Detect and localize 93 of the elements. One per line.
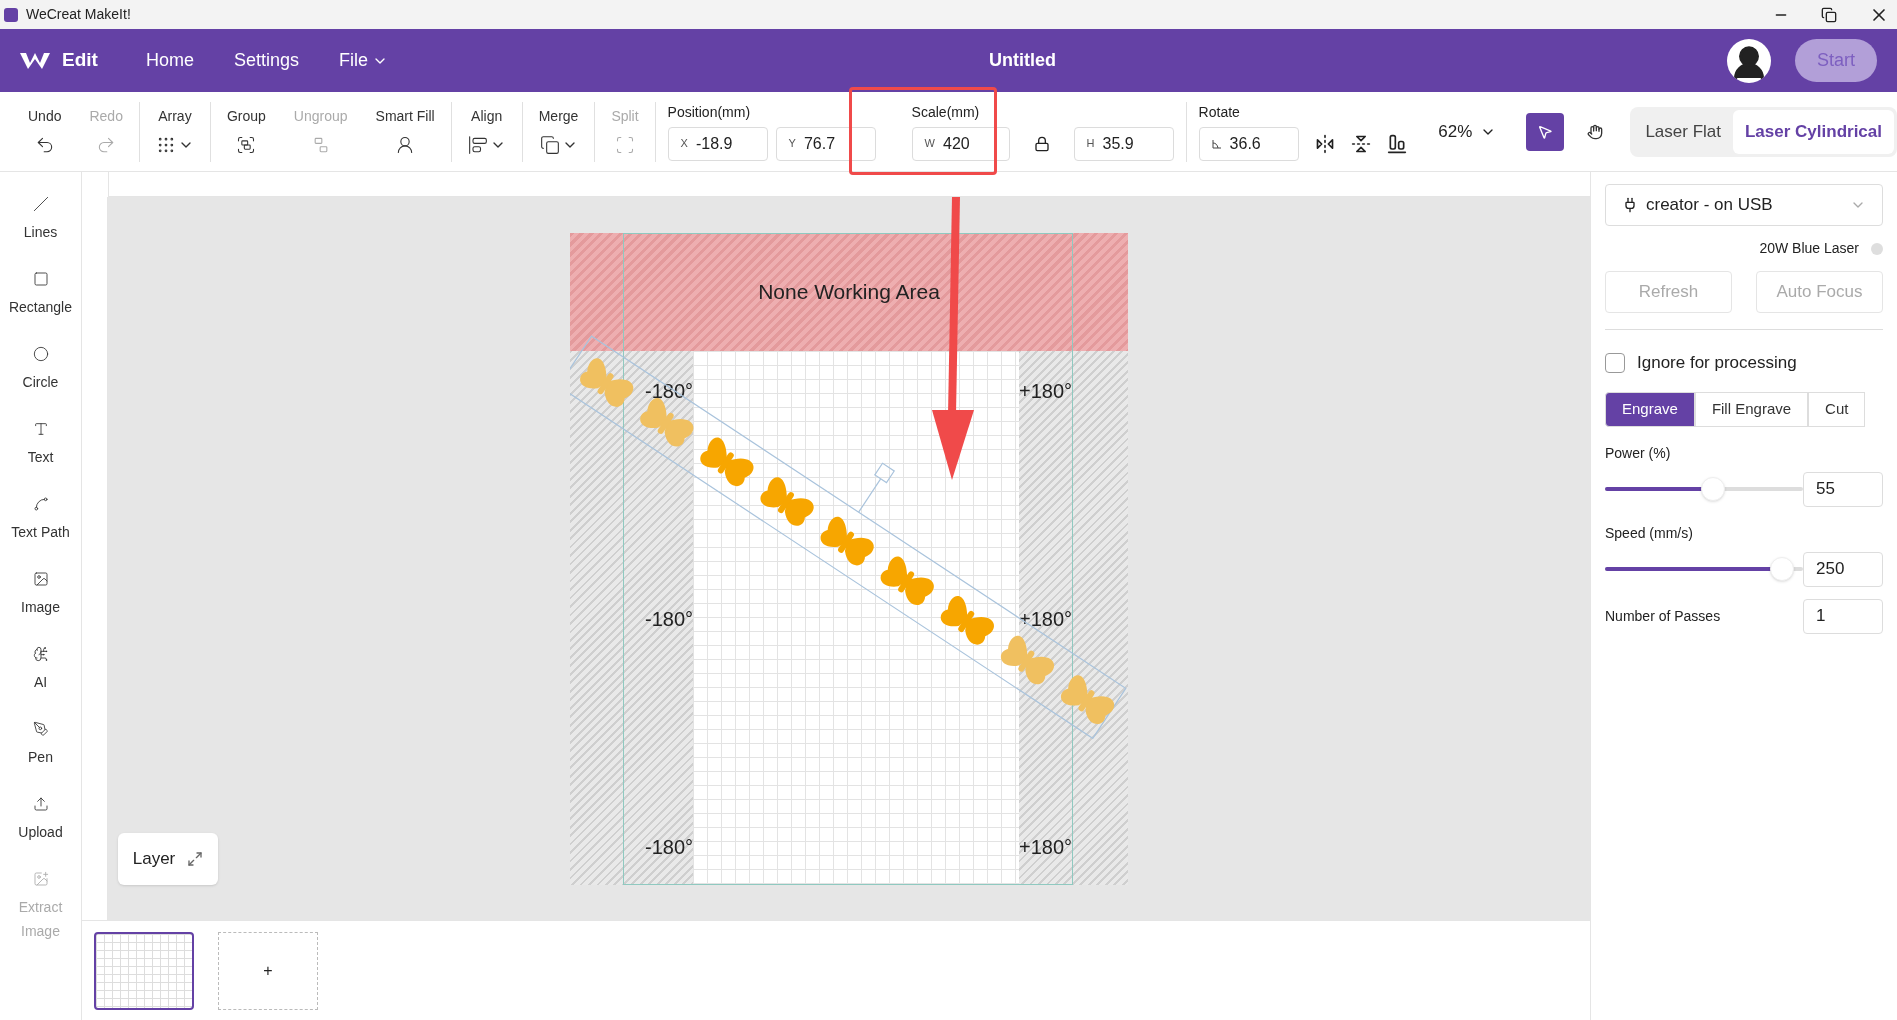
field-label: Rotate	[1198, 102, 1241, 122]
slider-thumb[interactable]	[1700, 477, 1725, 501]
mode-title: Edit	[62, 48, 98, 73]
line-icon	[32, 196, 49, 212]
angle-icon	[1211, 138, 1222, 149]
window-title: WeCreat MakeIt!	[26, 5, 131, 24]
avatar[interactable]	[1727, 38, 1771, 83]
align-bottom-icon[interactable]	[1386, 133, 1407, 154]
sidebar-tool[interactable]: Image	[1, 571, 80, 619]
slider-thumb[interactable]	[1770, 557, 1795, 581]
field-label: Position(mm)	[667, 102, 752, 122]
toolbar-button[interactable]: Align	[467, 105, 506, 155]
split-icon	[615, 134, 635, 155]
slider-label: Speed (mm/s)	[1605, 523, 1694, 543]
toolbar-button[interactable]: Array	[155, 105, 194, 155]
restricted-area-label: None Working Area	[758, 279, 940, 306]
pen-icon	[32, 721, 49, 737]
angle-label: -180°	[643, 607, 693, 632]
nav-link[interactable]: Settings	[233, 47, 299, 74]
angle-label: -180°	[643, 379, 693, 404]
selection-frame[interactable]	[570, 335, 1127, 740]
toolbar-button[interactable]: Undo	[28, 105, 62, 155]
sidebar-tool[interactable]: Text Path	[1, 496, 80, 544]
angle-label: +180°	[1019, 379, 1073, 404]
angle-label: -180°	[643, 835, 693, 860]
input-field[interactable]: W 420	[911, 126, 1010, 161]
layer-button[interactable]: Layer	[118, 833, 218, 885]
field-label: Number of Passes	[1605, 606, 1721, 626]
restore-icon[interactable]	[1821, 6, 1837, 23]
sidebar-tool[interactable]: Text	[1, 421, 80, 469]
circle-icon	[32, 346, 49, 362]
butterfly-drawing[interactable]	[700, 437, 754, 487]
input-field[interactable]: 250	[1803, 551, 1883, 587]
expand-icon	[187, 851, 204, 867]
butterfly-drawing[interactable]	[880, 556, 934, 605]
sidebar-tool[interactable]: Pen	[1, 721, 80, 769]
angle-label: +180°	[1019, 835, 1073, 860]
laser-label: 20W Blue Laser	[1759, 239, 1859, 258]
butterfly-drawing[interactable]	[1000, 635, 1055, 685]
logo-icon	[20, 50, 50, 71]
lock-icon[interactable]	[1033, 135, 1050, 152]
hand-icon	[1587, 123, 1604, 140]
select-tool[interactable]	[1526, 112, 1565, 151]
pointer-icon	[1537, 123, 1554, 140]
usb-icon	[1622, 197, 1638, 213]
field-label: Scale(mm)	[911, 102, 981, 122]
input-field[interactable]: H 35.9	[1073, 126, 1174, 161]
input-field[interactable]: 36.6	[1198, 126, 1299, 161]
input-field[interactable]: 1	[1803, 598, 1883, 634]
align-icon	[467, 134, 488, 155]
page-thumbnail[interactable]	[94, 931, 194, 1010]
upload-icon	[32, 796, 49, 812]
mode-tab[interactable]: Laser Flat	[1633, 109, 1733, 154]
app-logo-icon	[4, 7, 18, 22]
rectangle-icon	[32, 271, 49, 287]
segment-tab[interactable]: Cut	[1808, 391, 1866, 427]
toolbar-button[interactable]: Smart Fill	[375, 105, 435, 155]
sidebar-tool[interactable]: AI	[1, 646, 80, 694]
input-field[interactable]: Y 76.7	[775, 126, 876, 161]
zoom-dropdown[interactable]: 62%	[1438, 118, 1497, 145]
sidebar-tool[interactable]: Circle	[1, 346, 80, 394]
flip-horizontal-icon[interactable]	[1314, 133, 1335, 154]
segment-tab[interactable]: Fill Engrave	[1694, 391, 1809, 427]
toolbar-button[interactable]: Group	[226, 105, 266, 155]
extract-image-icon	[32, 871, 49, 887]
checkbox-label: Ignore for processing	[1637, 352, 1797, 374]
menu-dropdown[interactable]: File	[338, 47, 388, 74]
sidebar-tool[interactable]: Lines	[1, 196, 80, 244]
flip-vertical-icon[interactable]	[1350, 133, 1371, 154]
text-path-icon	[32, 496, 49, 512]
butterfly-drawing[interactable]	[940, 596, 994, 645]
nav-link[interactable]: Home	[145, 47, 194, 74]
input-field[interactable]: X -18.9	[667, 126, 768, 161]
merge-icon	[539, 134, 560, 155]
checkbox[interactable]	[1605, 352, 1625, 373]
toolbar-button[interactable]: Merge	[538, 105, 579, 155]
text-icon	[32, 421, 49, 437]
ai-icon	[32, 646, 49, 662]
sidebar-tool[interactable]: Upload	[1, 796, 80, 844]
butterfly-drawing[interactable]	[1061, 675, 1115, 724]
segment-tab[interactable]: Engrave	[1605, 391, 1695, 427]
mode-tab[interactable]: Laser Cylindrical	[1733, 109, 1894, 154]
butterfly-drawing[interactable]	[820, 516, 874, 566]
group-icon	[236, 134, 257, 155]
sidebar-tool[interactable]: Rectangle	[1, 271, 80, 319]
input-field[interactable]: 55	[1803, 471, 1883, 507]
add-page-button[interactable]: +	[218, 931, 318, 1010]
document-title: Untitled	[989, 49, 1056, 72]
slider-label: Power (%)	[1605, 443, 1672, 463]
butterfly-drawing[interactable]	[760, 477, 814, 526]
image-icon	[32, 571, 49, 587]
device-dropdown[interactable]: creator - on USB	[1605, 184, 1883, 226]
angle-label: +180°	[1019, 607, 1073, 632]
